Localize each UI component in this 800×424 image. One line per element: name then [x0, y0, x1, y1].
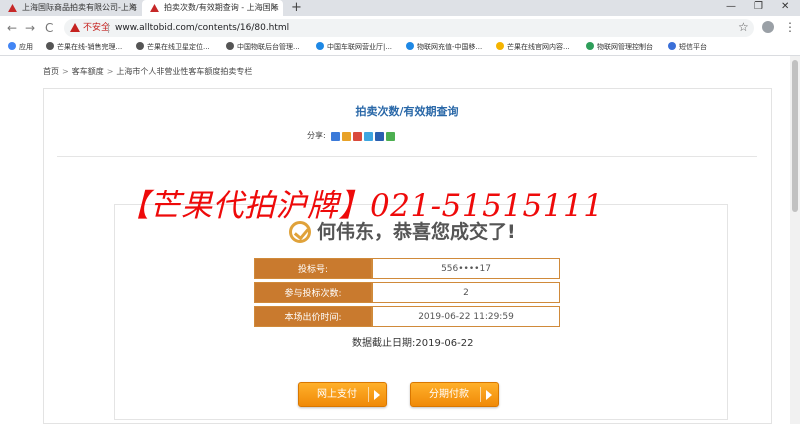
bookmark-favicon-icon — [46, 42, 54, 50]
tab-auction-company[interactable]: 上海国际商品拍卖有限公司-上海 ✕ — [0, 0, 141, 16]
table-row: 本场出价时间: 2019-06-22 11:29:59 — [254, 306, 560, 327]
bookmark-label: 物联网充值-中国移... — [417, 43, 483, 51]
arrow-right-icon — [374, 390, 380, 400]
bookmark-item[interactable]: 芒果在线卫星定位... — [136, 40, 210, 54]
bid-count-value: 2 — [372, 282, 560, 303]
share-platform-icon[interactable] — [353, 132, 362, 141]
bookmark-item[interactable]: 芒果在线官网内容... — [496, 40, 570, 54]
button-divider — [480, 387, 481, 402]
bookmark-label: 中国物联后台管理... — [237, 43, 300, 51]
bookmark-label: 物联网管理控制台 — [597, 43, 653, 51]
share-platform-icon[interactable] — [342, 132, 351, 141]
new-tab-button[interactable]: + — [291, 0, 302, 15]
url-text[interactable]: www.alltobid.com/contents/16/80.html — [115, 20, 289, 36]
button-divider — [368, 387, 369, 402]
bookmark-label: 芒果在线官网内容... — [507, 43, 570, 51]
bid-number-value: 556••••17 — [372, 258, 560, 279]
bid-time-label: 本场出价时间: — [254, 306, 372, 327]
bookmark-favicon-icon — [406, 42, 414, 50]
tab-close-icon[interactable]: ✕ — [270, 0, 278, 16]
breadcrumb-separator: > — [62, 67, 69, 76]
tab-label: 上海国际商品拍卖有限公司-上海 — [22, 3, 137, 12]
bookmark-label: 中国车联网营业厅|... — [327, 43, 393, 51]
bid-info-table: 投标号: 556••••17 参与投标次数: 2 本场出价时间: 2019-06… — [254, 255, 560, 330]
bid-number-label: 投标号: — [254, 258, 372, 279]
tab-auction-query[interactable]: 拍卖次数/有效期查询 - 上海国际 ✕ — [142, 0, 283, 16]
button-label: 网上支付 — [317, 389, 357, 400]
url-divider — [108, 23, 109, 33]
bookmark-favicon-icon — [316, 42, 324, 50]
table-row: 参与投标次数: 2 — [254, 282, 560, 303]
bid-time-value: 2019-06-22 11:29:59 — [372, 306, 560, 327]
tab-close-icon[interactable]: ✕ — [128, 0, 136, 16]
bookmark-item[interactable]: 中国物联后台管理... — [226, 40, 300, 54]
share-platform-icon[interactable] — [386, 132, 395, 141]
tab-label: 拍卖次数/有效期查询 - 上海国际 — [164, 3, 279, 12]
bookmark-item[interactable]: 中国车联网营业厅|... — [316, 40, 392, 54]
browser-menu-icon[interactable]: ⋮ — [784, 19, 796, 35]
installment-pay-button[interactable]: 分期付款 — [410, 382, 499, 407]
divider — [57, 156, 757, 157]
forward-button[interactable]: → — [25, 20, 35, 36]
page-title: 拍卖次数/有效期查询 — [355, 105, 459, 118]
watermark-ad-text: 【芒果代拍沪牌】021-51515111 — [118, 188, 604, 224]
bookmark-item[interactable]: 芒果在线-销售完理... — [46, 40, 122, 54]
table-row: 投标号: 556••••17 — [254, 258, 560, 279]
profile-avatar-icon[interactable] — [762, 21, 774, 33]
close-window-button[interactable]: ✕ — [781, 0, 789, 14]
online-pay-button[interactable]: 网上支付 — [298, 382, 387, 407]
bookmark-favicon-icon — [136, 42, 144, 50]
share-platform-icon[interactable] — [375, 132, 384, 141]
share-label: 分享: — [307, 131, 326, 140]
alltobid-favicon-icon — [150, 4, 159, 12]
share-platform-icon[interactable] — [331, 132, 340, 141]
bookmark-favicon-icon — [668, 42, 676, 50]
bookmark-label: 应用 — [19, 43, 33, 51]
share-icons — [331, 131, 397, 144]
breadcrumb-current[interactable]: 上海市个人非营业性客车额度拍卖专栏 — [116, 67, 252, 76]
breadcrumb-quota-link[interactable]: 客车额度 — [72, 67, 104, 76]
alltobid-favicon-icon — [8, 4, 17, 12]
breadcrumb-home-link[interactable]: 首页 — [43, 67, 59, 76]
bookmark-label: 芒果在线-销售完理... — [57, 43, 123, 51]
bookmark-label: 短信平台 — [679, 43, 707, 51]
bookmark-star-icon[interactable]: ☆ — [738, 19, 749, 35]
maximize-button[interactable]: ❐ — [754, 0, 763, 14]
bookmark-favicon-icon — [226, 42, 234, 50]
arrow-right-icon — [486, 390, 492, 400]
bookmark-favicon-icon — [496, 42, 504, 50]
bookmark-label: 芒果在线卫星定位... — [147, 43, 210, 51]
bookmark-item[interactable]: 物联网管理控制台 — [586, 40, 653, 54]
bookmark-item[interactable]: 应用 — [8, 40, 33, 54]
minimize-button[interactable]: — — [726, 0, 736, 14]
breadcrumb: 首页 > 客车额度 > 上海市个人非营业性客车额度拍卖专栏 — [43, 66, 252, 78]
data-deadline: 数据截止日期:2019-06-22 — [352, 338, 474, 349]
reload-button[interactable]: C — [45, 20, 53, 36]
share-platform-icon[interactable] — [364, 132, 373, 141]
back-button[interactable]: ← — [7, 20, 17, 36]
breadcrumb-separator: > — [106, 67, 114, 76]
bookmark-item[interactable]: 物联网充值-中国移... — [406, 40, 482, 54]
warning-icon — [70, 23, 80, 32]
bookmark-item[interactable]: 短信平台 — [668, 40, 707, 54]
security-label[interactable]: 不安全 — [83, 20, 110, 36]
bookmark-favicon-icon — [586, 42, 594, 50]
scrollbar-thumb[interactable] — [792, 60, 798, 212]
bookmark-favicon-icon — [8, 42, 16, 50]
bid-count-label: 参与投标次数: — [254, 282, 372, 303]
button-label: 分期付款 — [429, 389, 469, 400]
